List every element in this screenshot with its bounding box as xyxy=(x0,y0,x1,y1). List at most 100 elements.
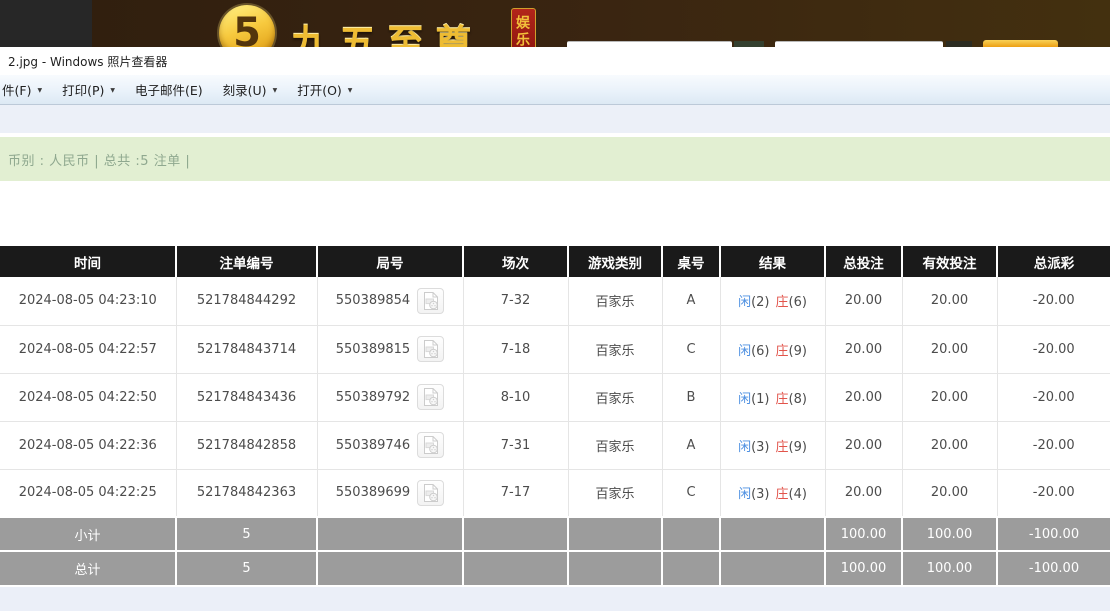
cell-session: 8-10 xyxy=(463,373,569,422)
cell-total-bet: 20.00 xyxy=(825,469,903,518)
currency-info-text: 币别 : 人民币 | 总共 :5 注单 | xyxy=(8,153,191,169)
banner-dark-slot xyxy=(734,41,764,47)
header-table-no: 桌号 xyxy=(662,246,721,277)
cell-round: 550389792 xyxy=(317,373,464,422)
cell-bet-id: 521784843436 xyxy=(176,373,318,422)
cell-valid-bet: 20.00 xyxy=(902,277,998,326)
cell-valid-bet: 20.00 xyxy=(902,421,998,470)
cell-table-no: A xyxy=(662,277,721,326)
document-media-icon xyxy=(423,388,438,406)
cell-payout: -20.00 xyxy=(997,469,1110,518)
total-count: 5 xyxy=(176,550,318,585)
cell-round: 550389854 xyxy=(317,277,464,326)
cell-session: 7-32 xyxy=(463,277,569,326)
total-payout: -100.00 xyxy=(997,550,1110,585)
cell-round: 550389746 xyxy=(317,421,464,470)
table-header-row: 时间 注单编号 局号 场次 游戏类别 桌号 结果 总投注 有效投注 总派彩 xyxy=(0,246,1110,277)
header-time: 时间 xyxy=(0,246,177,277)
table-row: 2024-08-05 04:23:10 521784844292 5503898… xyxy=(0,277,1110,326)
cell-valid-bet: 20.00 xyxy=(902,325,998,374)
cell-game: 百家乐 xyxy=(568,277,663,326)
player-label: 闲 xyxy=(738,391,752,407)
view-record-button[interactable] xyxy=(417,432,445,458)
menu-print[interactable]: 打印(P) ▼ xyxy=(52,75,125,104)
login-username-field-partial[interactable] xyxy=(567,41,732,47)
cell-time: 2024-08-05 04:22:36 xyxy=(0,421,177,470)
menu-email[interactable]: 电子邮件(E) xyxy=(125,75,213,104)
subtotal-label: 小计 xyxy=(0,516,177,551)
cell-table-no: B xyxy=(662,373,721,422)
brand-title: 九五至尊 xyxy=(291,22,483,47)
banker-label: 庄 xyxy=(775,439,789,455)
cell-payout: -20.00 xyxy=(997,325,1110,374)
cell-total-bet: 20.00 xyxy=(825,421,903,470)
banker-label: 庄 xyxy=(775,391,789,407)
cell-result: 闲(3) 庄(4) xyxy=(720,469,826,518)
cell-table-no: A xyxy=(662,421,721,470)
view-record-button[interactable] xyxy=(417,384,445,410)
cell-session: 7-18 xyxy=(463,325,569,374)
login-password-field-partial[interactable] xyxy=(775,41,943,47)
login-button-partial[interactable] xyxy=(983,40,1058,47)
cell-total-bet: 20.00 xyxy=(825,373,903,422)
banker-label: 庄 xyxy=(775,487,789,503)
cell-game: 百家乐 xyxy=(568,469,663,518)
window-titlebar[interactable]: 2.jpg - Windows 照片查看器 xyxy=(0,47,1110,75)
header-round: 局号 xyxy=(317,246,464,277)
view-record-button[interactable] xyxy=(417,336,445,362)
header-total-bet: 总投注 xyxy=(825,246,903,277)
window-title: 2.jpg - Windows 照片查看器 xyxy=(8,54,168,69)
view-record-button[interactable] xyxy=(417,479,445,506)
cell-result: 闲(1) 庄(8) xyxy=(720,373,826,422)
brand-coin-logo: 5 xyxy=(219,5,275,47)
coin-number: 5 xyxy=(233,10,261,47)
document-media-icon xyxy=(423,291,438,310)
cell-total-bet: 20.00 xyxy=(825,325,903,374)
currency-info-bar: 币别 : 人民币 | 总共 :5 注单 | xyxy=(0,137,1110,181)
chevron-down-icon: ▼ xyxy=(110,87,115,94)
cell-result: 闲(2) 庄(6) xyxy=(720,277,826,326)
player-label: 闲 xyxy=(738,343,752,359)
menu-file[interactable]: 件(F) ▼ xyxy=(2,75,52,104)
cell-result: 闲(3) 庄(9) xyxy=(720,421,826,470)
document-media-icon xyxy=(423,436,438,454)
chevron-down-icon: ▼ xyxy=(37,87,43,94)
banker-label: 庄 xyxy=(775,295,789,311)
document-media-icon xyxy=(423,340,438,358)
cell-bet-id: 521784844292 xyxy=(176,277,318,326)
view-record-button[interactable] xyxy=(417,287,445,314)
grand-total-row: 总计 5 100.00 100.00 -100.00 xyxy=(0,550,1110,585)
cell-round: 550389699 xyxy=(317,469,464,518)
cell-payout: -20.00 xyxy=(997,277,1110,326)
image-bottom-strip xyxy=(0,585,1110,611)
chevron-down-icon: ▼ xyxy=(272,87,278,94)
cell-session: 7-31 xyxy=(463,421,569,470)
header-bet-id: 注单编号 xyxy=(176,246,318,277)
cell-payout: -20.00 xyxy=(997,373,1110,422)
header-result: 结果 xyxy=(720,246,826,277)
cell-game: 百家乐 xyxy=(568,373,663,422)
cell-total-bet: 20.00 xyxy=(825,277,903,326)
casino-site-banner: 5 九五至尊 娱乐 xyxy=(0,0,1110,47)
cell-game: 百家乐 xyxy=(568,325,663,374)
table-row: 2024-08-05 04:22:50 521784843436 5503897… xyxy=(0,373,1110,422)
banner-dark-slot-2 xyxy=(946,41,972,47)
total-label: 总计 xyxy=(0,550,177,585)
table-row: 2024-08-05 04:22:36 521784842858 5503897… xyxy=(0,421,1110,470)
cell-bet-id: 521784842363 xyxy=(176,469,318,518)
cell-session: 7-17 xyxy=(463,469,569,518)
menu-burn[interactable]: 刻录(U) ▼ xyxy=(213,75,288,104)
cell-game: 百家乐 xyxy=(568,421,663,470)
cell-time: 2024-08-05 04:22:50 xyxy=(0,373,177,422)
table-row: 2024-08-05 04:22:25 521784842363 5503896… xyxy=(0,469,1110,518)
cell-table-no: C xyxy=(662,469,721,518)
total-total-bet: 100.00 xyxy=(825,550,903,585)
cell-payout: -20.00 xyxy=(997,421,1110,470)
header-valid-bet: 有效投注 xyxy=(902,246,998,277)
cell-time: 2024-08-05 04:23:10 xyxy=(0,277,177,326)
total-valid-bet: 100.00 xyxy=(902,550,998,585)
image-top-strip xyxy=(0,105,1110,133)
banker-label: 庄 xyxy=(775,343,789,359)
menu-open[interactable]: 打开(O) ▼ xyxy=(287,75,362,104)
player-label: 闲 xyxy=(738,487,752,503)
